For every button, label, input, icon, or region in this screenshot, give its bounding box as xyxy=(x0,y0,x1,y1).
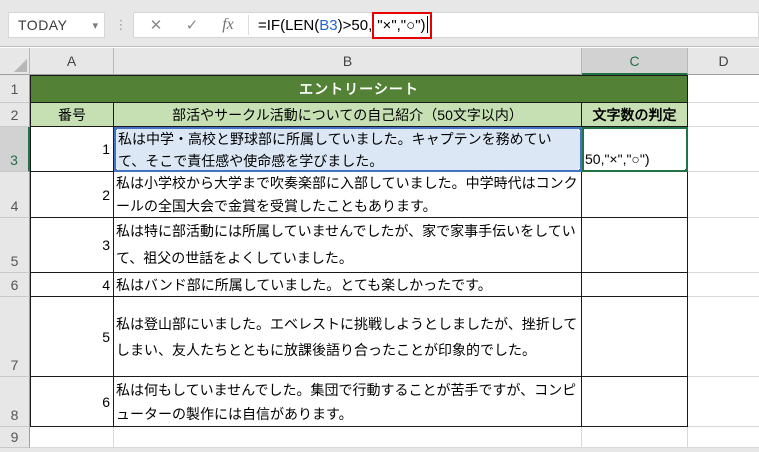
row-header-4[interactable]: 4 xyxy=(0,172,30,218)
fill-handle-icon[interactable] xyxy=(684,168,686,170)
row-8: 8 6 私は何もしていませんでした。集団で行動することが苦手ですが、コンピュータ… xyxy=(0,377,759,427)
cell-d6[interactable] xyxy=(688,273,759,297)
cell-c9[interactable] xyxy=(582,427,688,448)
formula-input[interactable]: =IF(LEN(B3)>50, "×","○") xyxy=(253,12,433,39)
text-cursor xyxy=(426,16,429,33)
cell-a2-header-number[interactable]: 番号 xyxy=(30,103,114,127)
row-header-7[interactable]: 7 xyxy=(0,297,30,377)
insert-function-icon[interactable]: fx xyxy=(210,16,246,34)
formula-input-area: ✕ ✓ fx =IF(LEN(B3)>50, "×","○") xyxy=(133,12,759,39)
cell-b2-header-intro[interactable]: 部活やサークル活動についての自己紹介（50文字以内） xyxy=(114,103,582,127)
cell-a3[interactable]: 1 xyxy=(30,127,114,172)
chevron-down-icon[interactable]: ▾ xyxy=(92,19,104,32)
cell-a7[interactable]: 5 xyxy=(30,297,114,377)
cancel-icon[interactable]: ✕ xyxy=(138,16,174,34)
selection-handle-icon[interactable] xyxy=(116,129,118,131)
cell-b3-referenced[interactable]: 私は中学・高校と野球部に所属していました。キャプテンを務めていて、そこで責任感や… xyxy=(114,127,582,172)
cell-b8[interactable]: 私は何もしていませんでした。集団で行動することが苦手ですが、コンピューターの製作… xyxy=(114,377,582,427)
formula-bar: TODAY ▾ ⋮ ✕ ✓ fx =IF(LEN(B3)>50, "×","○") xyxy=(0,0,759,47)
divider xyxy=(248,15,249,35)
cell-b9[interactable] xyxy=(114,427,582,448)
cell-b3-text: 私は中学・高校と野球部に所属していました。キャプテンを務めていて、そこで責任感や… xyxy=(118,130,552,169)
cell-c2-header-judgment[interactable]: 文字数の判定 xyxy=(582,103,688,127)
cell-c3-formula-overflow: 50,"×","○") xyxy=(585,151,650,167)
cell-c5[interactable] xyxy=(582,218,688,273)
cell-d1[interactable] xyxy=(688,75,759,103)
cell-c3-editing[interactable]: 50,"×","○") xyxy=(582,127,688,172)
cell-a1-title-banner[interactable]: エントリーシート xyxy=(30,75,688,103)
column-header-c[interactable]: C xyxy=(582,48,688,75)
column-header-row: A B C D xyxy=(0,48,759,75)
selection-handle-icon[interactable] xyxy=(578,168,580,170)
row-7: 7 5 私は登山部にいました。エベレストに挑戦しようとしましたが、挫折してしまい… xyxy=(0,297,759,377)
selection-handle-icon[interactable] xyxy=(578,129,580,131)
row-header-8[interactable]: 8 xyxy=(0,377,30,427)
column-header-d[interactable]: D xyxy=(688,48,759,75)
formula-text-part2: )>50, xyxy=(337,17,373,34)
cell-c4[interactable] xyxy=(582,172,688,218)
select-all-corner[interactable] xyxy=(0,48,30,75)
column-header-b[interactable]: B xyxy=(114,48,582,75)
cell-d7[interactable] xyxy=(688,297,759,377)
row-5: 5 3 私は特に部活動には所属していませんでしたが、家で家事手伝いをしていて、祖… xyxy=(0,218,759,273)
cell-b6[interactable]: 私はバンド部に所属していました。とても楽しかったです。 xyxy=(114,273,582,297)
cell-a9[interactable] xyxy=(30,427,114,448)
cell-d3[interactable] xyxy=(688,127,759,172)
worksheet-grid: A B C D 1 エントリーシート 2 番号 部活やサークル活動についての自己… xyxy=(0,48,759,448)
name-box[interactable]: TODAY ▾ xyxy=(8,12,105,38)
row-3: 3 1 私は中学・高校と野球部に所属していました。キャプテンを務めていて、そこで… xyxy=(0,127,759,172)
cell-c8[interactable] xyxy=(582,377,688,427)
cell-b4[interactable]: 私は小学校から大学まで吹奏楽部に入部していました。中学時代はコンクールの全国大会… xyxy=(114,172,582,218)
selection-handle-icon[interactable] xyxy=(116,168,118,170)
row-header-5[interactable]: 5 xyxy=(0,218,30,273)
cell-d2[interactable] xyxy=(688,103,759,127)
row-4: 4 2 私は小学校から大学まで吹奏楽部に入部していました。中学時代はコンクールの… xyxy=(0,172,759,218)
cell-d5[interactable] xyxy=(688,218,759,273)
row-header-1[interactable]: 1 xyxy=(0,75,30,103)
row-2: 2 番号 部活やサークル活動についての自己紹介（50文字以内） 文字数の判定 xyxy=(0,103,759,127)
red-annotation-box: "×","○") xyxy=(372,12,433,39)
row-1: 1 エントリーシート xyxy=(0,75,759,103)
cell-d8[interactable] xyxy=(688,377,759,427)
row-6: 6 4 私はバンド部に所属していました。とても楽しかったです。 xyxy=(0,273,759,297)
cell-a8[interactable]: 6 xyxy=(30,377,114,427)
row-header-6[interactable]: 6 xyxy=(0,273,30,297)
select-all-triangle-icon xyxy=(14,59,27,72)
cell-a5[interactable]: 3 xyxy=(30,218,114,273)
formula-text-part1: =IF(LEN( xyxy=(258,17,320,34)
name-box-value: TODAY xyxy=(18,17,68,33)
cell-b5[interactable]: 私は特に部活動には所属していませんでしたが、家で家事手伝いをしていて、祖父の世話… xyxy=(114,218,582,273)
formula-bar-resize-handle[interactable]: ⋮ xyxy=(114,12,128,38)
formula-text-boxed: "×","○") xyxy=(377,17,426,34)
enter-icon[interactable]: ✓ xyxy=(174,16,210,34)
cell-b7[interactable]: 私は登山部にいました。エベレストに挑戦しようとしましたが、挫折してしまい、友人た… xyxy=(114,297,582,377)
row-header-9[interactable]: 9 xyxy=(0,427,30,448)
cell-a4[interactable]: 2 xyxy=(30,172,114,218)
bottom-edge-strip xyxy=(0,448,759,452)
formula-cell-reference: B3 xyxy=(319,17,338,34)
column-header-a[interactable]: A xyxy=(30,48,114,75)
cell-c6[interactable] xyxy=(582,273,688,297)
spreadsheet-window: TODAY ▾ ⋮ ✕ ✓ fx =IF(LEN(B3)>50, "×","○")… xyxy=(0,0,759,452)
row-header-2[interactable]: 2 xyxy=(0,103,30,127)
row-9: 9 xyxy=(0,427,759,448)
row-header-3[interactable]: 3 xyxy=(0,127,30,172)
cell-a6[interactable]: 4 xyxy=(30,273,114,297)
cell-d4[interactable] xyxy=(688,172,759,218)
cell-c7[interactable] xyxy=(582,297,688,377)
cell-d9[interactable] xyxy=(688,427,759,448)
